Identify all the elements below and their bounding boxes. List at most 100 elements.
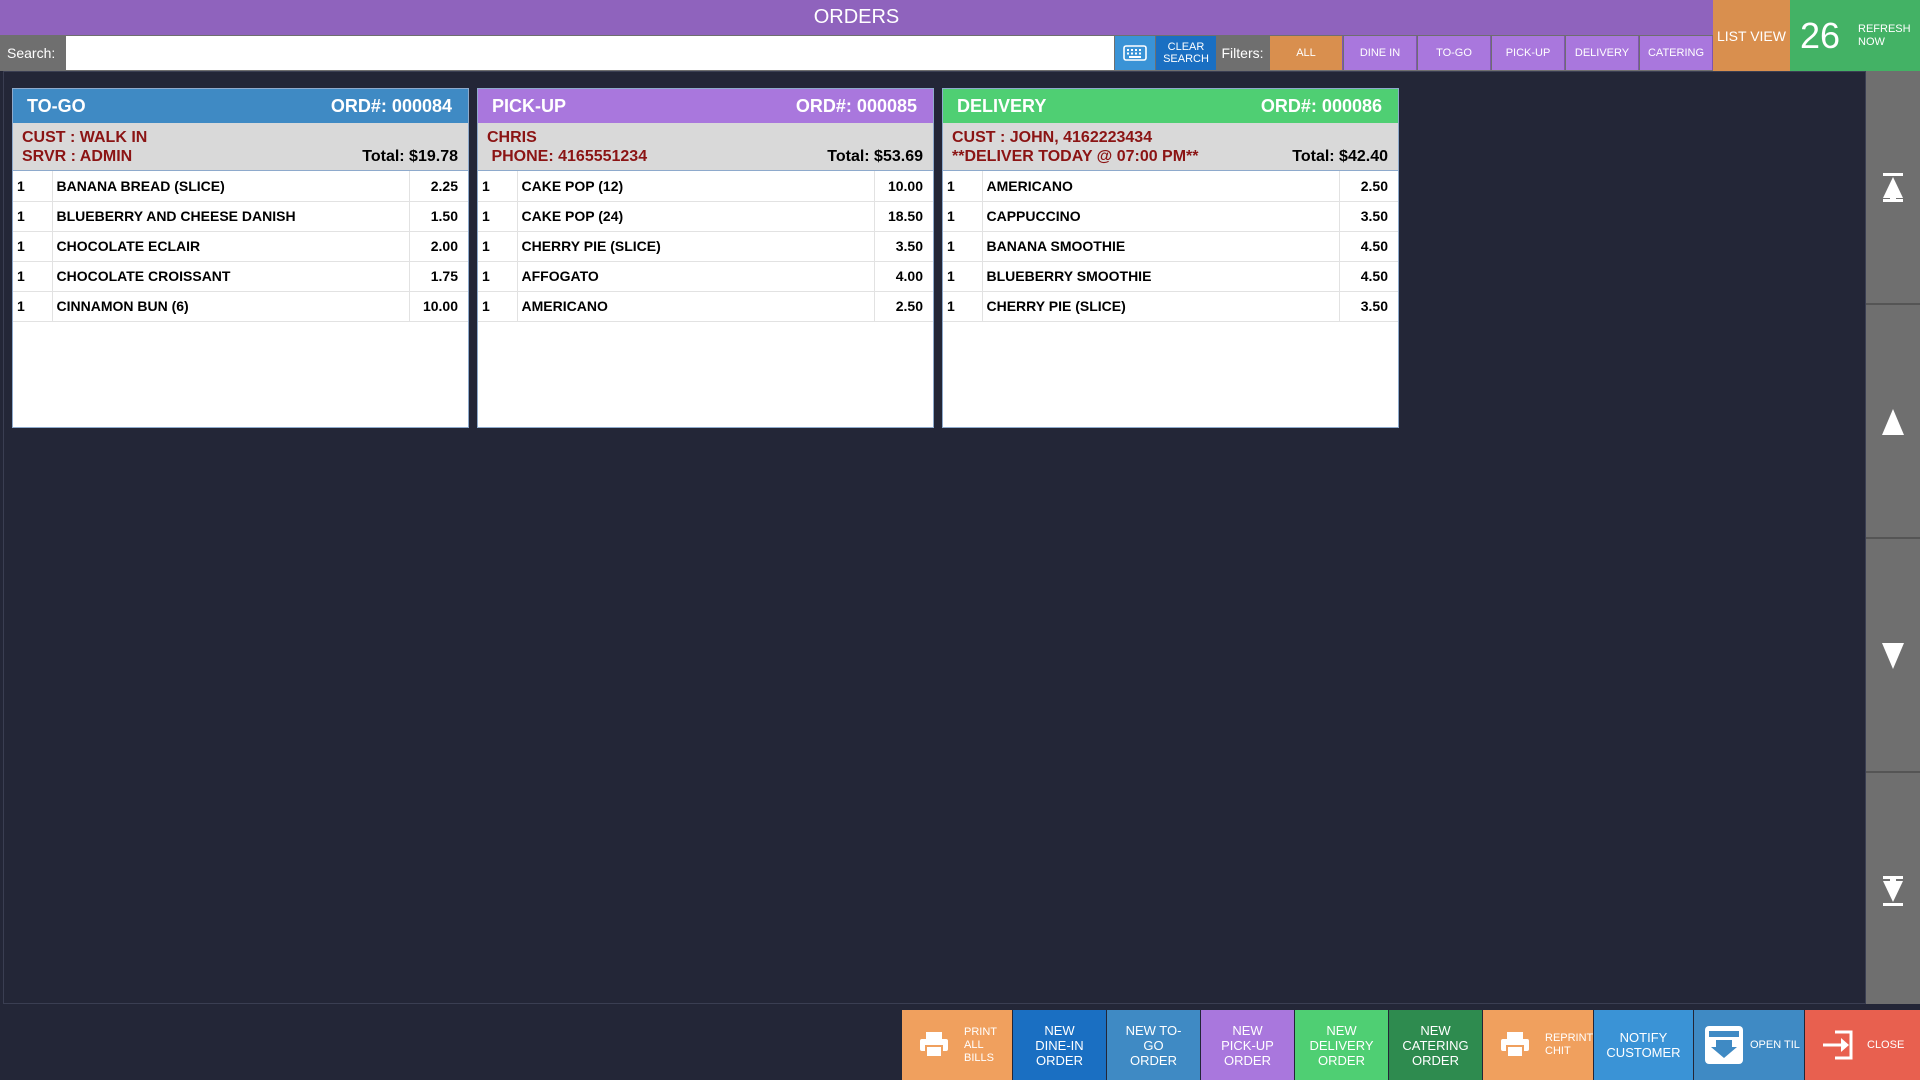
- order-item-row[interactable]: 1 CAKE POP (12) 10.00: [478, 171, 933, 202]
- new-delivery-order-button[interactable]: NEW DELIVERY ORDER: [1295, 1010, 1388, 1080]
- item-name: AMERICANO: [982, 171, 1340, 202]
- order-info: CUST : WALK IN SRVR : ADMIN Total: $19.7…: [13, 123, 468, 171]
- item-price: 10.00: [874, 171, 933, 202]
- new-catering-order-label: NEW CATERING ORDER: [1402, 1022, 1469, 1068]
- item-name: CAKE POP (24): [517, 201, 875, 232]
- item-name: CHERRY PIE (SLICE): [517, 231, 875, 262]
- scroll-down-button[interactable]: [1866, 541, 1920, 773]
- item-qty: 1: [478, 261, 518, 292]
- clear-search-button[interactable]: CLEAR SEARCH: [1156, 36, 1216, 70]
- order-item-row[interactable]: 1 BANANA SMOOTHIE 4.50: [943, 231, 1398, 262]
- notify-customer-button[interactable]: NOTIFY CUSTOMER: [1594, 1010, 1693, 1080]
- item-name: BLUEBERRY SMOOTHIE: [982, 261, 1340, 292]
- scroll-to-bottom-icon: [1883, 876, 1903, 906]
- keyboard-icon: [1123, 45, 1147, 61]
- item-qty: 1: [13, 231, 53, 262]
- filter-to-go-button[interactable]: TO-GO: [1418, 36, 1491, 70]
- item-qty: 1: [478, 291, 518, 322]
- printer-icon: [912, 1032, 956, 1058]
- close-button[interactable]: CLOSE: [1805, 1010, 1920, 1080]
- printer-icon: [1493, 1032, 1537, 1058]
- order-total: Total: $53.69: [827, 148, 923, 165]
- reprint-chit-button[interactable]: REPRINT CHIT: [1483, 1010, 1593, 1080]
- item-qty: 1: [943, 231, 983, 262]
- filter-all-button[interactable]: ALL: [1270, 36, 1343, 70]
- order-item-row[interactable]: 1 CAPPUCCINO 3.50: [943, 201, 1398, 232]
- scroll-to-top-icon: [1883, 173, 1903, 202]
- page-title: ORDERS: [0, 0, 1713, 35]
- order-number: ORD#: 000085: [795, 95, 917, 116]
- list-view-button[interactable]: LIST VIEW: [1713, 0, 1790, 71]
- search-label: Search:: [0, 35, 66, 71]
- item-price: 2.50: [874, 291, 933, 322]
- item-qty: 1: [13, 291, 53, 322]
- notify-customer-label: NOTIFY CUSTOMER: [1606, 1030, 1681, 1060]
- order-item-row[interactable]: 1 AFFOGATO 4.00: [478, 261, 933, 292]
- order-number: ORD#: 000084: [330, 95, 452, 116]
- item-name: BANANA SMOOTHIE: [982, 231, 1340, 262]
- order-customer: CUST : JOHN, 4162223434: [952, 129, 1153, 146]
- open-til-label: OPEN TIL: [1750, 1038, 1800, 1051]
- order-item-row[interactable]: 1 CHERRY PIE (SLICE) 3.50: [943, 291, 1398, 322]
- order-type: PICK-UP: [492, 95, 567, 116]
- order-item-row[interactable]: 1 CINNAMON BUN (6) 10.00: [13, 291, 468, 322]
- new-delivery-order-label: NEW DELIVERY ORDER: [1309, 1022, 1374, 1068]
- item-name: CHOCOLATE CROISSANT: [52, 261, 410, 292]
- item-price: 3.50: [874, 231, 933, 262]
- filter-delivery-button[interactable]: DELIVERY: [1566, 36, 1639, 70]
- new-to-go-order-button[interactable]: NEW TO-GO ORDER: [1107, 1010, 1200, 1080]
- order-item-row[interactable]: 1 CHOCOLATE ECLAIR 2.00: [13, 231, 468, 262]
- order-item-row[interactable]: 1 BLUEBERRY AND CHEESE DANISH 1.50: [13, 201, 468, 232]
- item-qty: 1: [478, 171, 518, 202]
- new-pick-up-order-button[interactable]: NEW PICK-UP ORDER: [1201, 1010, 1294, 1080]
- filter-catering-button[interactable]: CATERING: [1640, 36, 1713, 70]
- scroll-top-button[interactable]: [1866, 73, 1920, 305]
- item-qty: 1: [943, 261, 983, 292]
- search-input[interactable]: [66, 36, 1114, 70]
- filter-pick-up-button[interactable]: PICK-UP: [1492, 36, 1565, 70]
- order-item-row[interactable]: 1 BANANA BREAD (SLICE) 2.25: [13, 171, 468, 202]
- order-item-row[interactable]: 1 CAKE POP (24) 18.50: [478, 201, 933, 232]
- filter-dine-in-button[interactable]: DINE IN: [1344, 36, 1417, 70]
- order-item-row[interactable]: 1 AMERICANO 2.50: [943, 171, 1398, 202]
- open-til-button[interactable]: OPEN TIL: [1694, 1010, 1804, 1080]
- order-card[interactable]: PICK-UP ORD#: 000085 CHRIS PHONE: 416555…: [477, 88, 934, 428]
- keyboard-button[interactable]: [1115, 36, 1155, 70]
- item-price: 4.00: [874, 261, 933, 292]
- item-price: 4.50: [1339, 231, 1398, 262]
- order-card[interactable]: TO-GO ORD#: 000084 CUST : WALK IN SRVR :…: [12, 88, 469, 428]
- item-qty: 1: [943, 171, 983, 202]
- item-price: 2.50: [1339, 171, 1398, 202]
- scroll-bottom-button[interactable]: [1866, 775, 1920, 1007]
- order-item-row[interactable]: 1 CHERRY PIE (SLICE) 3.50: [478, 231, 933, 262]
- order-card-header: DELIVERY ORD#: 000086: [943, 89, 1398, 123]
- new-to-go-order-label: NEW TO-GO ORDER: [1125, 1022, 1182, 1068]
- item-qty: 1: [943, 201, 983, 232]
- order-item-row[interactable]: 1 BLUEBERRY SMOOTHIE 4.50: [943, 261, 1398, 292]
- new-catering-order-button[interactable]: NEW CATERING ORDER: [1389, 1010, 1482, 1080]
- item-name: AFFOGATO: [517, 261, 875, 292]
- item-name: AMERICANO: [517, 291, 875, 322]
- refresh-now-button[interactable]: 26 REFRESH NOW: [1790, 0, 1920, 71]
- print-all-bills-label: PRINT ALL BILLS: [964, 1025, 997, 1064]
- exit-icon: [1815, 1030, 1859, 1060]
- order-items: 1 CAKE POP (12) 10.00 1 CAKE POP (24) 18.50 …: [478, 171, 933, 322]
- order-card-header: PICK-UP ORD#: 000085: [478, 89, 933, 123]
- order-total: Total: $42.40: [1292, 148, 1388, 165]
- item-qty: 1: [478, 231, 518, 262]
- order-info: CHRIS PHONE: 4165551234 Total: $53.69: [478, 123, 933, 171]
- reprint-chit-label: REPRINT CHIT: [1545, 1032, 1594, 1057]
- item-price: 10.00: [409, 291, 468, 322]
- order-card[interactable]: DELIVERY ORD#: 000086 CUST : JOHN, 41622…: [942, 88, 1399, 428]
- item-price: 1.50: [409, 201, 468, 232]
- scroll-up-button[interactable]: [1866, 307, 1920, 539]
- order-items: 1 AMERICANO 2.50 1 CAPPUCCINO 3.50 1 BANANA S…: [943, 171, 1398, 322]
- order-item-row[interactable]: 1 CHOCOLATE CROISSANT 1.75: [13, 261, 468, 292]
- new-dine-in-order-button[interactable]: NEW DINE-IN ORDER: [1013, 1010, 1106, 1080]
- order-item-row[interactable]: 1 AMERICANO 2.50: [478, 291, 933, 322]
- filters-label: Filters:: [1216, 35, 1269, 71]
- order-info: CUST : JOHN, 4162223434 **DELIVER TODAY …: [943, 123, 1398, 171]
- item-name: CAPPUCCINO: [982, 201, 1340, 232]
- item-price: 1.75: [409, 261, 468, 292]
- print-all-bills-button[interactable]: PRINT ALL BILLS: [902, 1010, 1012, 1080]
